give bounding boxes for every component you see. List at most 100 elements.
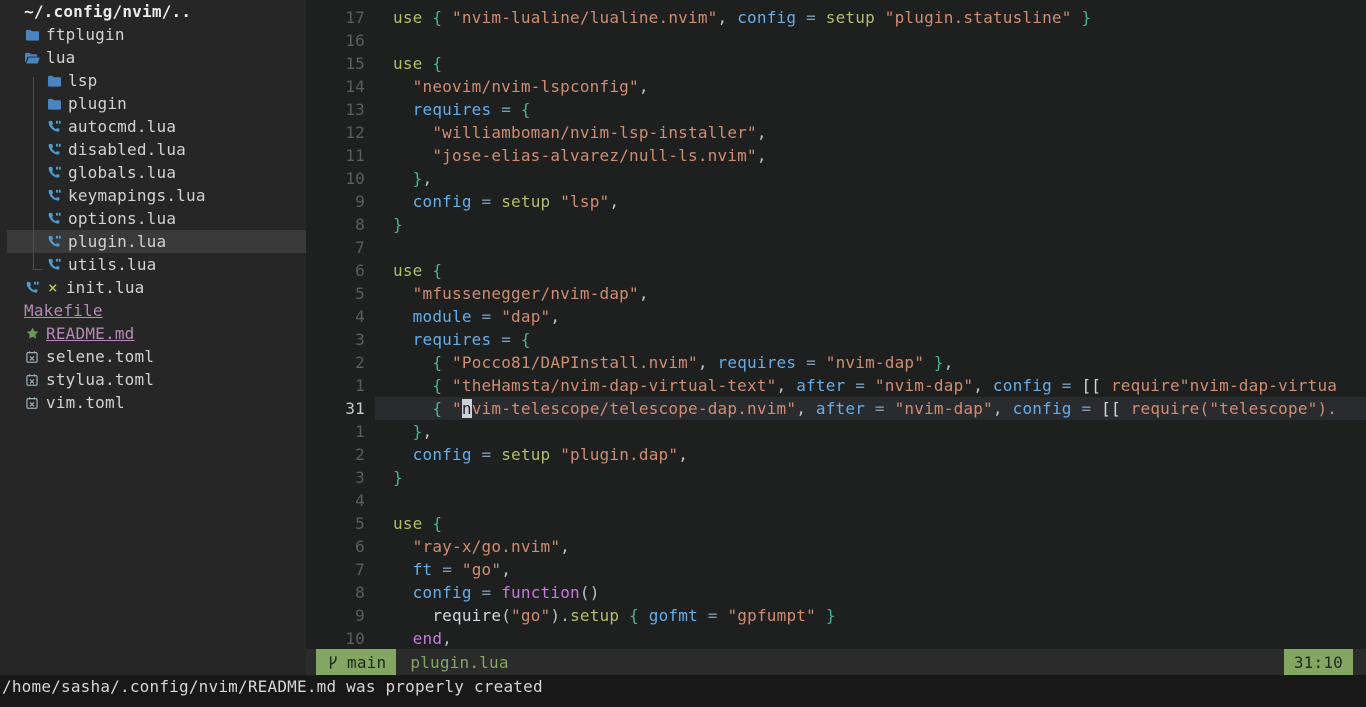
- tree-item-keymapings-lua[interactable]: keymapings.lua: [0, 184, 306, 207]
- line-text: { "Pocco81/DAPInstall.nvim", requires = …: [375, 351, 1366, 374]
- tree-item-init-lua[interactable]: × init.lua: [0, 276, 306, 299]
- lua-file-icon: [46, 211, 62, 227]
- line-text: [375, 29, 1366, 52]
- tree-items: ftpluginlualsppluginautocmd.luadisabled.…: [0, 23, 306, 414]
- line-number: 15: [306, 52, 365, 75]
- line-number: 8: [306, 581, 365, 604]
- indent-guide: [33, 77, 34, 270]
- line-number: 9: [306, 190, 365, 213]
- file-tree: ~/.config/nvim/.. ftpluginlualsppluginau…: [0, 0, 306, 675]
- line-number: 12: [306, 121, 365, 144]
- toml-icon: [24, 372, 40, 388]
- line-number: 6: [306, 259, 365, 282]
- line-text: "williamboman/nvim-lsp-installer",: [375, 121, 1366, 144]
- lua-file-icon: [24, 280, 40, 296]
- code-line[interactable]: 16: [306, 29, 1366, 52]
- line-number: 14: [306, 75, 365, 98]
- tree-item-label: lua: [46, 46, 76, 69]
- code-line[interactable]: 2 { "Pocco81/DAPInstall.nvim", requires …: [306, 351, 1366, 374]
- code-line-current[interactable]: 31 { "nvim-telescope/telescope-dap.nvim"…: [306, 397, 1366, 420]
- code-line[interactable]: 13 requires = {: [306, 98, 1366, 121]
- tree-item-label: keymapings.lua: [68, 184, 206, 207]
- tree-item-readme-md[interactable]: README.md: [0, 322, 306, 345]
- folder-closed-icon: [46, 73, 62, 89]
- line-text: "ray-x/go.nvim",: [375, 535, 1366, 558]
- line-text: end,: [375, 627, 1366, 650]
- line-number: 31: [306, 397, 365, 420]
- code-line[interactable]: 8 config = function(): [306, 581, 1366, 604]
- code-line[interactable]: 2 config = setup "plugin.dap",: [306, 443, 1366, 466]
- code-line[interactable]: 4: [306, 489, 1366, 512]
- tree-item-options-lua[interactable]: options.lua: [0, 207, 306, 230]
- code-line[interactable]: 6 use {: [306, 259, 1366, 282]
- code-line[interactable]: 17use { "nvim-lualine/lualine.nvim", con…: [306, 6, 1366, 29]
- tree-item-label: init.lua: [66, 276, 145, 299]
- git-branch-name: main: [347, 651, 386, 674]
- code-line[interactable]: 10 end,: [306, 627, 1366, 650]
- tree-item-plugin-lua[interactable]: plugin.lua: [0, 230, 306, 253]
- code-area[interactable]: 17use { "nvim-lualine/lualine.nvim", con…: [306, 0, 1366, 655]
- line-number: 4: [306, 489, 365, 512]
- folder-closed-icon: [24, 27, 40, 43]
- tree-item-plugin[interactable]: plugin: [0, 92, 306, 115]
- tree-item-utils-lua[interactable]: utils.lua: [0, 253, 306, 276]
- git-branch-segment: main: [316, 649, 396, 675]
- line-text: config = setup "lsp",: [375, 190, 1366, 213]
- tree-item-autocmd-lua[interactable]: autocmd.lua: [0, 115, 306, 138]
- star-icon: [24, 326, 40, 342]
- tree-item-lua[interactable]: lua: [0, 46, 306, 69]
- code-line[interactable]: 6 "ray-x/go.nvim",: [306, 535, 1366, 558]
- tree-item-label: disabled.lua: [68, 138, 186, 161]
- tree-item-label: globals.lua: [68, 161, 176, 184]
- code-line[interactable]: 7: [306, 236, 1366, 259]
- code-line[interactable]: 3}: [306, 466, 1366, 489]
- line-number: 17: [306, 6, 365, 29]
- diagnostic-mark: ×: [48, 276, 58, 299]
- code-line[interactable]: 10 },: [306, 167, 1366, 190]
- code-line[interactable]: 12 "williamboman/nvim-lsp-installer",: [306, 121, 1366, 144]
- tree-item-globals-lua[interactable]: globals.lua: [0, 161, 306, 184]
- tree-item-label: utils.lua: [68, 253, 157, 276]
- line-number: 8: [306, 213, 365, 236]
- tree-item-label: ftplugin: [46, 23, 125, 46]
- code-line[interactable]: 11 "jose-elias-alvarez/null-ls.nvim",: [306, 144, 1366, 167]
- line-number: 3: [306, 466, 365, 489]
- line-number: 3: [306, 328, 365, 351]
- line-text: },: [375, 167, 1366, 190]
- line-number: 7: [306, 236, 365, 259]
- code-line[interactable]: 3 requires = {: [306, 328, 1366, 351]
- line-text: [375, 236, 1366, 259]
- tree-item-selene-toml[interactable]: selene.toml: [0, 345, 306, 368]
- tree-item-lsp[interactable]: lsp: [0, 69, 306, 92]
- code-line[interactable]: 14 "neovim/nvim-lspconfig",: [306, 75, 1366, 98]
- code-line[interactable]: 4 module = "dap",: [306, 305, 1366, 328]
- line-text: { "nvim-telescope/telescope-dap.nvim", a…: [375, 397, 1366, 420]
- tree-item-disabled-lua[interactable]: disabled.lua: [0, 138, 306, 161]
- tree-item-label: Makefile: [24, 299, 103, 322]
- lua-file-icon: [46, 165, 62, 181]
- line-text: use {: [375, 259, 1366, 282]
- line-number: 9: [306, 604, 365, 627]
- toml-icon: [24, 395, 40, 411]
- line-number: 4: [306, 305, 365, 328]
- tree-item-label: plugin: [68, 92, 127, 115]
- folder-closed-icon: [46, 96, 62, 112]
- code-line[interactable]: 1 },: [306, 420, 1366, 443]
- tree-item-ftplugin[interactable]: ftplugin: [0, 23, 306, 46]
- code-line[interactable]: 7 ft = "go",: [306, 558, 1366, 581]
- code-line[interactable]: 15use {: [306, 52, 1366, 75]
- code-line[interactable]: 5 "mfussenegger/nvim-dap",: [306, 282, 1366, 305]
- code-line[interactable]: 5use {: [306, 512, 1366, 535]
- code-line[interactable]: 9 require("go").setup { gofmt = "gpfumpt…: [306, 604, 1366, 627]
- line-text: },: [375, 420, 1366, 443]
- tree-item-stylua-toml[interactable]: stylua.toml: [0, 368, 306, 391]
- code-line[interactable]: 8}: [306, 213, 1366, 236]
- folder-open-icon: [24, 50, 40, 66]
- tree-item-vim-toml[interactable]: vim.toml: [0, 391, 306, 414]
- tree-item-label: lsp: [68, 69, 98, 92]
- code-line[interactable]: 1 { "theHamsta/nvim-dap-virtual-text", a…: [306, 374, 1366, 397]
- code-line[interactable]: 9 config = setup "lsp",: [306, 190, 1366, 213]
- tree-item-makefile[interactable]: Makefile: [0, 299, 306, 322]
- line-number: 6: [306, 535, 365, 558]
- nvim-window: ~/.config/nvim/.. ftpluginlualsppluginau…: [0, 0, 1366, 707]
